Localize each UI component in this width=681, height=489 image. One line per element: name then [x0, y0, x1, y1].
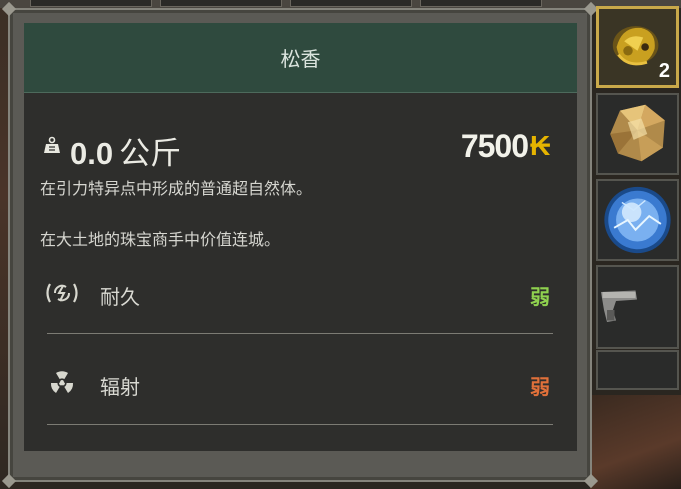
- weight-icon: [44, 136, 60, 153]
- stat-label-durability: 耐久: [100, 285, 140, 309]
- amber-crystal-icon: [610, 104, 665, 162]
- stat-row-radiation: 辐射 弱: [44, 363, 554, 403]
- stat-value-radiation: 弱: [530, 375, 550, 399]
- item-price: 7500: [460, 128, 529, 164]
- weight-unit: 公斤: [119, 136, 182, 171]
- tooltip-header: 松香: [24, 23, 577, 93]
- item-description-2: 在大土地的珠宝商手中价值连城。: [40, 230, 281, 249]
- pistol-icon: [601, 290, 637, 322]
- inventory-slot-pistol[interactable]: [596, 265, 679, 349]
- inventory-slot-amber[interactable]: [596, 93, 679, 175]
- top-inventory-strip: [0, 0, 681, 8]
- stat-value-durability: 弱: [530, 285, 550, 309]
- weight-value: 0.0: [70, 136, 114, 171]
- stat-divider: [47, 424, 553, 425]
- item-description-1: 在引力特异点中形成的普通超自然体。: [40, 179, 313, 198]
- item-count: 2: [658, 60, 670, 82]
- item-title: 松香: [280, 47, 321, 71]
- background-bottom-right: [590, 395, 681, 489]
- item-weight: 0.0 公斤: [70, 128, 181, 173]
- stat-row-durability: 耐久 弱: [44, 273, 554, 313]
- inventory-slot-empty[interactable]: [596, 350, 679, 390]
- blue-orb-artifact-icon: [604, 186, 671, 254]
- inventory-slot-rosin[interactable]: 2: [596, 6, 679, 88]
- inventory-slot-blue-orb[interactable]: [596, 179, 679, 261]
- stat-divider: [47, 333, 553, 334]
- durability-icon: [46, 283, 78, 303]
- radiation-icon: [50, 371, 74, 393]
- stat-label-radiation: 辐射: [100, 375, 140, 399]
- currency-icon: ₭: [530, 130, 551, 161]
